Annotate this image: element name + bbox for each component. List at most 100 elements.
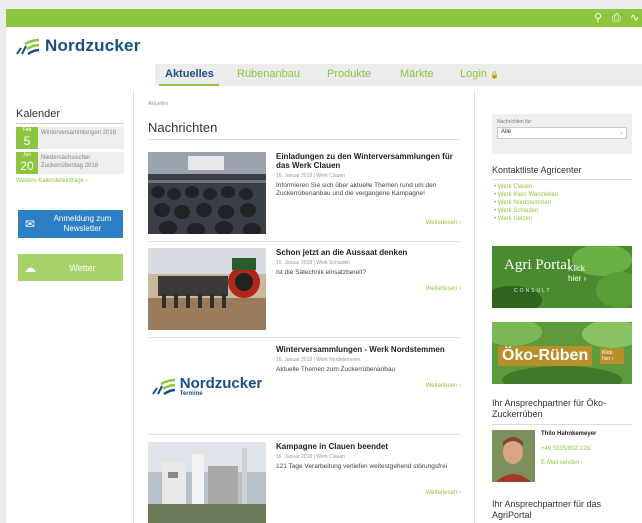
- nav-active-indicator: [159, 84, 219, 86]
- news-filter-value: Alle: [501, 129, 512, 135]
- oeko-banner-text: Öko-Rüben: [498, 346, 593, 366]
- agriportal-contact-title: Ihr Ansprechpartner für das AgriPortal: [492, 499, 602, 520]
- news-body: Schon jetzt an die Aussaat denken 16. Ja…: [276, 248, 462, 277]
- nav-item-produkte[interactable]: Produkte: [327, 68, 371, 80]
- nordzucker-logo-icon: [16, 38, 40, 56]
- news-filter: Nachrichten für: Alle ⌄: [492, 114, 632, 154]
- column-divider-left: [133, 90, 134, 523]
- kontakt-link[interactable]: Werk Uelzen: [494, 215, 558, 223]
- news-title[interactable]: Kampagne in Clauen beendet: [276, 442, 462, 451]
- news-teaser: Aktuelle Themen zum Zuckerrübenanbau: [276, 366, 396, 373]
- oeko-banner[interactable]: Öko-Rüben Klick hier ›: [492, 322, 632, 384]
- calendar-entry-text: Winterversammlungen 2018: [38, 127, 124, 149]
- newsletter-button[interactable]: ✉ Anmeldung zum Newsletter: [18, 210, 123, 238]
- news-filter-label: Nachrichten für:: [497, 119, 533, 125]
- nav-item-ruebenanbau[interactable]: Rübenanbau: [237, 68, 300, 80]
- title-divider: [148, 139, 461, 140]
- weather-icon: ☁: [24, 260, 36, 275]
- calendar-day: 5: [23, 134, 31, 148]
- news-item: Nordzucker Termine Winterversammlungen -…: [148, 345, 462, 435]
- weather-button[interactable]: ☁ Wetter: [18, 254, 123, 281]
- news-meta: 16. Januar 2018 | Werk Schladen: [276, 260, 351, 266]
- agriportal-logo: Agri Portal: [504, 257, 572, 273]
- calendar-entry[interactable]: Jun 20 Niedersächsischer Zuckerrübentag …: [16, 152, 124, 174]
- agriportal-logo-sub: CONSULT: [514, 288, 552, 294]
- termine-logo-name: Nordzucker: [179, 374, 263, 392]
- page-title: Nachrichten: [148, 120, 218, 135]
- nav-item-login[interactable]: Login 🔒: [460, 68, 499, 80]
- news-filter-select[interactable]: Alle ⌄: [497, 127, 627, 139]
- news-title[interactable]: Winterversammlungen - Werk Nordstemmen: [276, 345, 462, 354]
- read-more-link[interactable]: Weiterlesen ›: [426, 220, 461, 226]
- news-divider: [148, 434, 461, 435]
- kontakt-link[interactable]: Werk Schladen: [494, 207, 558, 215]
- column-divider-right: [474, 90, 475, 523]
- brand-logo[interactable]: Nordzucker: [16, 32, 141, 60]
- news-divider: [148, 337, 461, 338]
- agriportal-cta: Klick hier ›: [568, 264, 587, 283]
- contact-name: Thilo Hahnkemeyer: [541, 431, 597, 437]
- read-more-link[interactable]: Weiterlesen ›: [426, 383, 461, 389]
- kontakt-divider: [492, 179, 632, 180]
- nav-item-aktuelles[interactable]: Aktuelles: [165, 68, 214, 80]
- news-image[interactable]: [148, 248, 266, 330]
- weather-label: Wetter: [69, 262, 96, 273]
- calendar-day: 20: [20, 159, 34, 173]
- calendar-entry-text: Niedersächsischer Zuckerrübentag 2018: [38, 152, 124, 174]
- nordzucker-logo-icon: [151, 378, 175, 396]
- kontakt-link[interactable]: Werk Nordstemmen: [494, 199, 558, 207]
- news-teaser: Informieren Sie sich über aktuelle Theme…: [276, 182, 437, 197]
- agriportal-banner[interactable]: Agri Portal CONSULT Klick hier ›: [492, 246, 632, 308]
- news-divider: [148, 241, 461, 242]
- calendar-title: Kalender: [16, 108, 124, 124]
- kontakt-list: Werk Clauen Werk Klein Wanzleben Werk No…: [494, 183, 558, 223]
- nav-item-maerkte[interactable]: Märkte: [400, 68, 434, 80]
- page: ⚲ ⎙ ∿ Nordzucker Aktuelles Rübenanbau Pr…: [0, 0, 642, 523]
- termine-logo: Nordzucker Termine: [151, 374, 263, 397]
- news-meta: 16. Januar 2018 | Werk Clauen: [276, 173, 346, 179]
- calendar-date: Feb 5: [16, 127, 38, 149]
- news-title[interactable]: Einladungen zu den Winterversammlungen f…: [276, 152, 462, 170]
- news-title[interactable]: Schon jetzt an die Aussaat denken: [276, 248, 462, 257]
- contact-email-link[interactable]: E-Mail senden ›: [541, 460, 583, 466]
- news-image[interactable]: Nordzucker Termine: [148, 345, 266, 427]
- read-more-link[interactable]: Weiterlesen ›: [426, 286, 461, 292]
- breadcrumb[interactable]: Aktuelles: [148, 101, 168, 107]
- search-icon[interactable]: ⚲: [594, 11, 602, 24]
- main-nav: Aktuelles Rübenanbau Produkte Märkte Log…: [155, 64, 642, 86]
- calendar-date: Jun 20: [16, 152, 38, 174]
- lock-icon: 🔒: [489, 72, 499, 79]
- avatar: [492, 430, 535, 482]
- contact-phone[interactable]: +49 5335/802-128: [541, 446, 590, 452]
- news-image[interactable]: [148, 152, 266, 234]
- oeko-banner-cta: Klick hier ›: [600, 348, 624, 364]
- oeko-contact-title: Ihr Ansprechpartner für Öko-Zuckerrüben: [492, 398, 607, 419]
- brand-name: Nordzucker: [45, 36, 141, 55]
- calendar: Kalender Feb 5 Winterversammlungen 2018 …: [16, 108, 124, 184]
- chevron-down-icon: ⌄: [618, 130, 624, 136]
- news-item: Schon jetzt an die Aussaat denken 16. Ja…: [148, 248, 462, 338]
- kontakt-title: Kontaktliste Agricenter: [492, 165, 582, 175]
- calendar-month: Jun: [22, 152, 32, 158]
- news-item: Kampagne in Clauen beendet 16. Januar 20…: [148, 442, 461, 523]
- top-bar: ⚲ ⎙ ∿: [6, 9, 642, 27]
- mail-icon: ✉: [24, 217, 36, 231]
- newsletter-label: Anmeldung zum Newsletter: [53, 214, 112, 233]
- rss-icon[interactable]: ∿: [630, 11, 639, 24]
- news-body: Winterversammlungen - Werk Nordstemmen 1…: [276, 345, 462, 374]
- print-icon[interactable]: ⎙: [612, 11, 621, 25]
- oeko-contact-divider: [492, 424, 632, 425]
- kontakt-link[interactable]: Werk Clauen: [494, 183, 558, 191]
- news-teaser: 121 Tage Verarbeitung verliefen weitestg…: [276, 463, 448, 470]
- login-label: Login: [460, 68, 487, 80]
- calendar-month: Feb: [22, 127, 32, 133]
- news-body: Einladungen zu den Winterversammlungen f…: [276, 152, 462, 198]
- news-body: Kampagne in Clauen beendet 16. Januar 20…: [276, 442, 462, 471]
- calendar-more-link[interactable]: Weitere Kalendereinträge ›: [16, 178, 124, 184]
- news-meta: 16. Januar 2018 | Werk Clauen: [276, 454, 346, 460]
- news-teaser: Ist die Sätechnik einsatzbereit?: [276, 269, 366, 276]
- kontakt-link[interactable]: Werk Klein Wanzleben: [494, 191, 558, 199]
- news-image[interactable]: [148, 442, 266, 523]
- calendar-entry[interactable]: Feb 5 Winterversammlungen 2018: [16, 127, 124, 149]
- read-more-link[interactable]: Weiterlesen ›: [426, 490, 461, 496]
